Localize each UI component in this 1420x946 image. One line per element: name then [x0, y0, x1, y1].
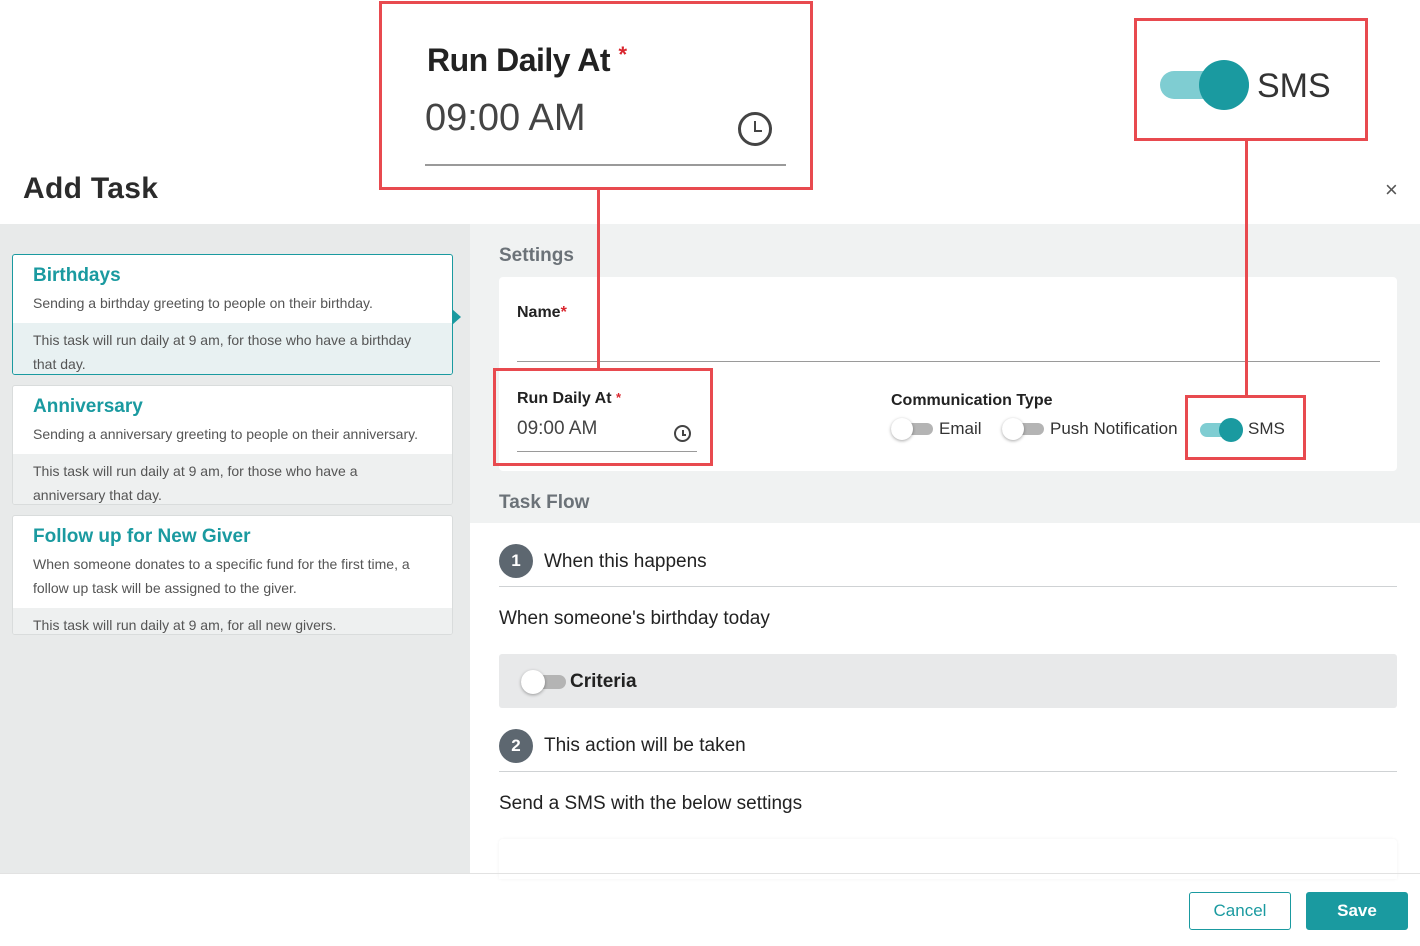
run-daily-zoom-callout: Run Daily At * 09:00 AM	[379, 1, 813, 190]
email-label: Email	[939, 419, 982, 438]
step-1-divider	[499, 586, 1397, 587]
close-icon[interactable]: ×	[1385, 178, 1398, 202]
template-card-anniversary[interactable]: Anniversary Sending a anniversary greeti…	[12, 385, 453, 505]
template-card-new-giver[interactable]: Follow up for New Giver When someone don…	[12, 515, 453, 635]
selected-pointer	[452, 309, 461, 325]
toggle-knob	[1002, 418, 1024, 440]
name-underline	[517, 361, 1380, 362]
template-description-line: follow up task will be assigned to the g…	[33, 580, 297, 596]
cancel-button[interactable]: Cancel	[1189, 892, 1291, 930]
zoom-sms-label: SMS	[1257, 67, 1331, 105]
sms-highlight	[1185, 395, 1306, 460]
template-schedule-line: that day.	[33, 356, 86, 372]
criteria-toggle[interactable]	[521, 670, 566, 694]
template-description: Sending a anniversary greeting to people…	[33, 426, 418, 442]
step-2-title: This action will be taken	[544, 735, 746, 756]
save-button[interactable]: Save	[1306, 892, 1408, 930]
push-notification-label: Push Notification	[1050, 419, 1178, 438]
settings-heading: Settings	[499, 245, 574, 266]
name-input[interactable]	[517, 326, 1380, 356]
zoom-run-daily-label: Run Daily At *	[427, 42, 627, 79]
template-description-line: When someone donates to a specific fund …	[33, 556, 410, 572]
template-title: Birthdays	[33, 265, 121, 286]
sms-zoom-callout: SMS	[1134, 18, 1368, 141]
zoom-underline	[425, 164, 786, 166]
toggle-knob	[521, 670, 545, 694]
zoom-run-daily-value: 09:00 AM	[425, 97, 586, 139]
zoom-toggle-knob	[1199, 60, 1249, 110]
step-2-badge: 2	[499, 729, 533, 763]
name-label: Name*	[517, 304, 567, 322]
template-schedule: This task will run daily at 9 am, for th…	[13, 323, 452, 374]
template-card-birthdays[interactable]: Birthdays Sending a birthday greeting to…	[12, 254, 453, 375]
template-schedule-line: This task will run daily at 9 am, for th…	[33, 463, 358, 479]
template-description: When someone donates to a specific fund …	[13, 548, 452, 608]
toggle-knob	[891, 418, 913, 440]
template-schedule: This task will run daily at 9 am, for al…	[13, 608, 452, 634]
name-label-text: Name	[517, 304, 561, 321]
template-schedule-line: anniversary that day.	[33, 487, 162, 503]
sms-connector	[1245, 139, 1248, 396]
dialog-title: Add Task	[23, 172, 159, 205]
zoom-required-mark: *	[618, 42, 627, 67]
required-mark: *	[560, 304, 567, 321]
trigger-text: When someone's birthday today	[499, 608, 770, 629]
template-schedule: This task will run daily at 9 am, for th…	[13, 454, 452, 504]
communication-type-label: Communication Type	[891, 392, 1053, 409]
run-daily-connector	[597, 187, 600, 369]
push-notification-toggle[interactable]	[1002, 418, 1044, 440]
template-title: Anniversary	[33, 396, 143, 417]
footer-divider	[0, 873, 1420, 874]
template-description: Sending a birthday greeting to people on…	[33, 295, 373, 311]
zoom-clock-icon	[738, 112, 772, 146]
zoom-run-daily-label-text: Run Daily At	[427, 42, 611, 78]
step-1-title: When this happens	[544, 551, 707, 572]
task-flow-heading: Task Flow	[499, 492, 590, 513]
email-toggle[interactable]	[891, 418, 933, 440]
template-title: Follow up for New Giver	[33, 526, 251, 547]
template-schedule-line: This task will run daily at 9 am, for al…	[33, 617, 337, 633]
action-text: Send a SMS with the below settings	[499, 793, 803, 814]
step-2-divider	[499, 771, 1397, 772]
zoom-sms-toggle	[1160, 60, 1249, 110]
criteria-label: Criteria	[570, 671, 637, 692]
run-daily-highlight	[493, 368, 713, 466]
step-1-badge: 1	[499, 544, 533, 578]
template-schedule-line: This task will run daily at 9 am, for th…	[33, 332, 412, 348]
